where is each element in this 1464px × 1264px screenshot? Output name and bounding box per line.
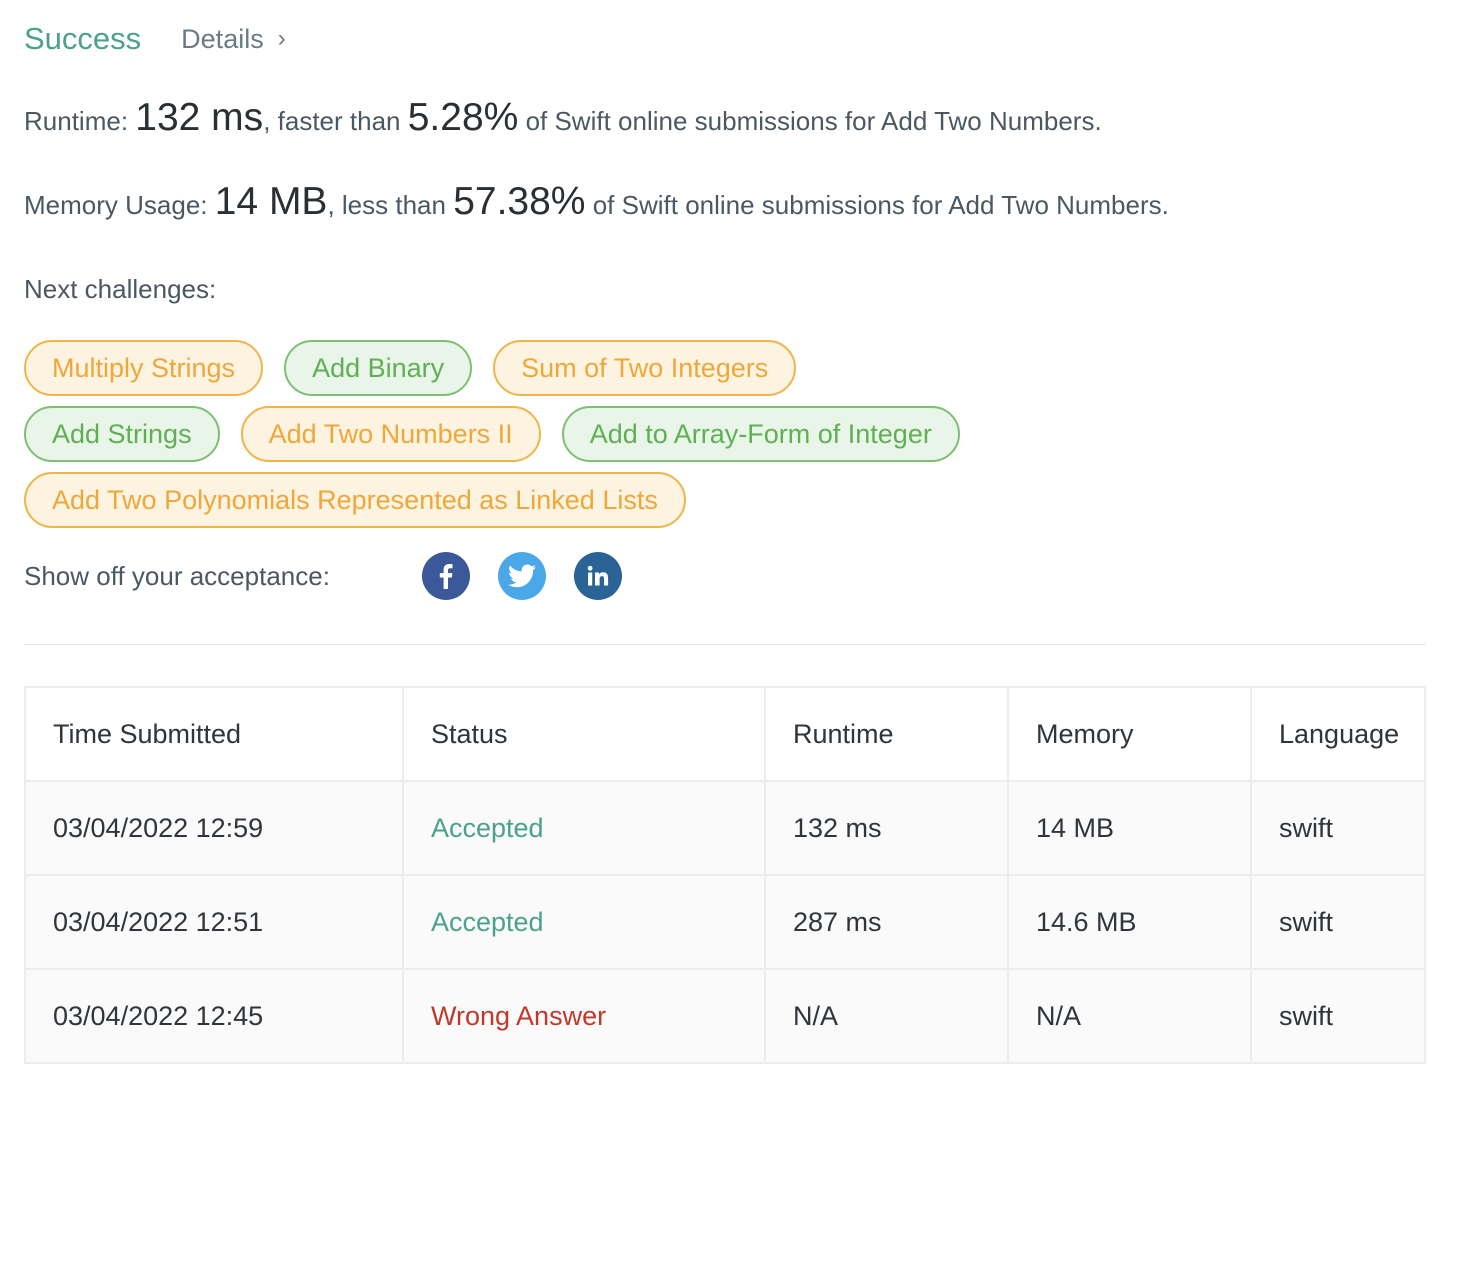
linkedin-icon[interactable]	[574, 552, 622, 600]
runtime-value: 132 ms	[135, 96, 264, 139]
cell-memory: 14.6 MB	[1007, 874, 1252, 970]
cell-memory: N/A	[1007, 968, 1252, 1064]
cell-status[interactable]: Accepted	[402, 780, 766, 876]
table-row: 03/04/2022 12:45 Wrong Answer N/A N/A sw…	[24, 968, 1426, 1064]
challenge-tag[interactable]: Add Binary	[284, 340, 473, 396]
next-challenges-list: Multiply Strings Add Binary Sum of Two I…	[24, 340, 1124, 538]
details-label: Details	[181, 23, 264, 54]
runtime-comparison: , faster than	[263, 106, 401, 136]
column-header-language[interactable]: Language	[1250, 686, 1426, 782]
cell-status[interactable]: Wrong Answer	[402, 968, 766, 1064]
column-header-memory[interactable]: Memory	[1007, 686, 1252, 782]
share-label: Show off your acceptance:	[24, 560, 330, 591]
runtime-summary: Runtime: 132 ms, faster than 5.28% of Sw…	[24, 96, 1102, 140]
chevron-right-icon: ›	[277, 25, 286, 52]
challenge-tag[interactable]: Add Two Numbers II	[240, 406, 541, 462]
cell-runtime: 132 ms	[764, 780, 1009, 876]
runtime-label: Runtime:	[24, 106, 129, 136]
submissions-table: Time Submitted Status Runtime Memory Lan…	[24, 686, 1426, 1064]
details-link[interactable]: Details ›	[181, 24, 286, 55]
twitter-icon[interactable]	[498, 552, 546, 600]
column-header-time-submitted[interactable]: Time Submitted	[24, 686, 404, 782]
cell-runtime: N/A	[764, 968, 1009, 1064]
facebook-icon[interactable]	[422, 552, 470, 600]
cell-memory: 14 MB	[1007, 780, 1252, 876]
submission-result-page: Success Details › Runtime: 132 ms, faste…	[0, 0, 1464, 1264]
status-title: Success	[24, 21, 142, 56]
challenge-tag[interactable]: Add Strings	[24, 406, 220, 462]
column-header-status[interactable]: Status	[402, 686, 766, 782]
cell-status[interactable]: Accepted	[402, 874, 766, 970]
memory-suffix: of Swift online submissions for Add Two …	[592, 190, 1169, 220]
cell-language: swift	[1250, 968, 1426, 1064]
challenge-tag[interactable]: Add to Array-Form of Integer	[561, 406, 960, 462]
table-header-row: Time Submitted Status Runtime Memory Lan…	[24, 686, 1426, 782]
column-header-runtime[interactable]: Runtime	[764, 686, 1009, 782]
cell-language: swift	[1250, 780, 1426, 876]
next-challenges-label: Next challenges:	[24, 274, 217, 304]
cell-time-submitted: 03/04/2022 12:45	[24, 968, 404, 1064]
memory-percent: 57.38%	[453, 180, 586, 223]
cell-runtime: 287 ms	[764, 874, 1009, 970]
cell-time-submitted: 03/04/2022 12:51	[24, 874, 404, 970]
challenge-row: Add Two Polynomials Represented as Linke…	[24, 472, 1124, 528]
section-divider	[24, 644, 1426, 645]
memory-summary: Memory Usage: 14 MB, less than 57.38% of…	[24, 180, 1169, 224]
runtime-percent: 5.28%	[407, 96, 519, 139]
memory-value: 14 MB	[214, 180, 328, 223]
result-header: Success Details ›	[24, 14, 286, 64]
cell-time-submitted: 03/04/2022 12:59	[24, 780, 404, 876]
challenge-tag[interactable]: Sum of Two Integers	[493, 340, 797, 396]
table-row: 03/04/2022 12:51 Accepted 287 ms 14.6 MB…	[24, 874, 1426, 970]
memory-comparison: , less than	[327, 190, 446, 220]
runtime-suffix: of Swift online submissions for Add Two …	[525, 106, 1102, 136]
memory-label: Memory Usage:	[24, 190, 208, 220]
challenge-tag[interactable]: Add Two Polynomials Represented as Linke…	[24, 472, 686, 528]
share-section: Show off your acceptance:	[24, 552, 622, 600]
table-row: 03/04/2022 12:59 Accepted 132 ms 14 MB s…	[24, 780, 1426, 876]
challenge-row: Multiply Strings Add Binary Sum of Two I…	[24, 340, 1124, 396]
cell-language: swift	[1250, 874, 1426, 970]
challenge-tag[interactable]: Multiply Strings	[24, 340, 264, 396]
challenge-row: Add Strings Add Two Numbers II Add to Ar…	[24, 406, 1124, 462]
